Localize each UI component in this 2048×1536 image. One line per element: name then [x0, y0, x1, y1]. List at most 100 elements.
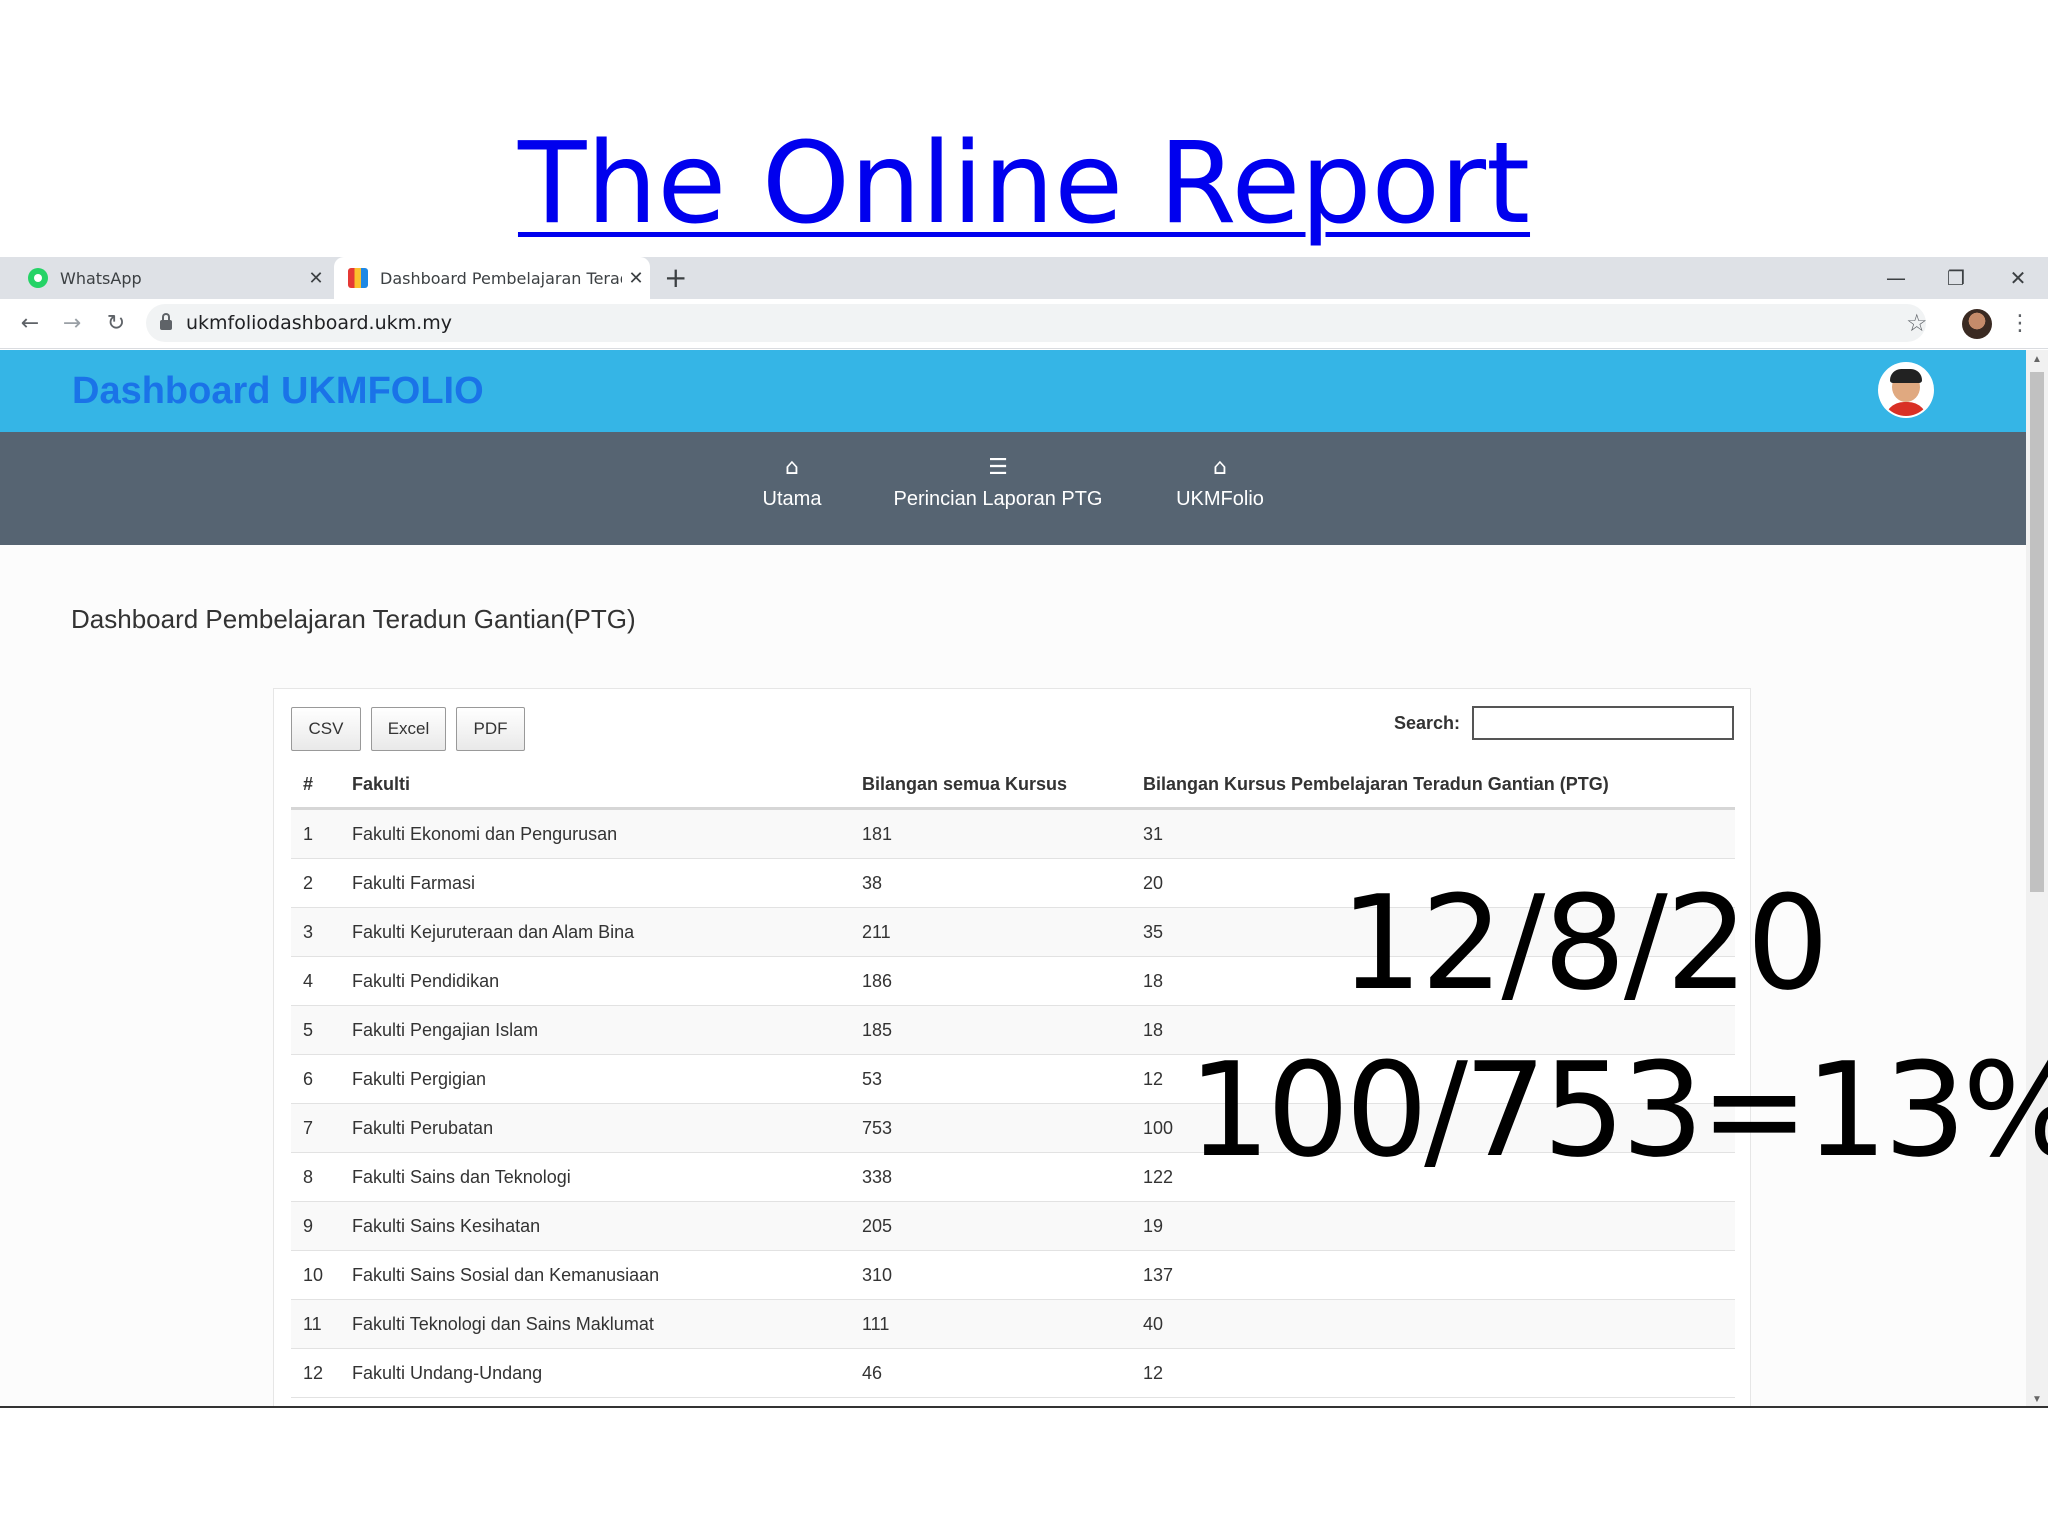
cell-fakulti: Fakulti Sains Sosial dan Kemanusiaan	[352, 1265, 660, 1285]
column-header-number[interactable]: #	[303, 774, 313, 795]
cell-number: 6	[303, 1069, 314, 1089]
nav-label: UKMFolio	[1176, 488, 1264, 510]
site-header: Dashboard UKMFOLIO	[0, 350, 2026, 432]
page-title: Dashboard Pembelajaran Teradun Gantian(P…	[71, 604, 636, 634]
csv-export-button[interactable]: CSV	[291, 707, 361, 751]
tab-whatsapp[interactable]: WhatsApp ✕	[0, 257, 330, 299]
cell-number: 1	[303, 824, 314, 844]
cell-all-courses: 181	[862, 824, 893, 844]
cell-number: 10	[303, 1265, 324, 1285]
window-close-icon[interactable]: ✕	[1988, 257, 2048, 299]
ukm-favicon-icon	[348, 268, 368, 288]
divider	[0, 1406, 2048, 1408]
cell-ptg-courses: 35	[1143, 922, 1164, 942]
cell-ptg-courses: 137	[1143, 1265, 1174, 1285]
tab-label: Dashboard Pembelajaran Teradun	[380, 268, 622, 288]
cell-number: 9	[303, 1216, 314, 1236]
table-row: 11 Fakulti Teknologi dan Sains Maklumat 11…	[291, 1300, 1735, 1349]
column-header-all-courses[interactable]: Bilangan semua Kursus	[862, 774, 1067, 795]
address-bar[interactable]: ukmfoliodashboard.ukm.my	[146, 304, 1926, 342]
cell-fakulti: Fakulti Sains dan Teknologi	[352, 1167, 571, 1187]
cell-ptg-courses: 40	[1143, 1314, 1164, 1334]
cell-ptg-courses: 31	[1143, 824, 1164, 844]
nav-label: Utama	[762, 488, 822, 510]
cell-all-courses: 38	[862, 873, 883, 893]
cell-all-courses: 111	[862, 1314, 890, 1334]
nav-item-perincian[interactable]: ☰ Perincian Laporan PTG	[882, 454, 1114, 511]
column-header-ptg-courses[interactable]: Bilangan Kursus Pembelajaran Teradun Gan…	[1143, 774, 1609, 795]
slide-title-link[interactable]: The Online Report	[0, 128, 2048, 240]
search-label: Search:	[1394, 713, 1461, 733]
back-arrow-icon[interactable]: ←	[10, 299, 50, 349]
reload-icon[interactable]: ↻	[96, 299, 136, 349]
cell-fakulti: Fakulti Sains Kesihatan	[352, 1216, 541, 1236]
user-avatar[interactable]	[1880, 364, 1932, 416]
cell-ptg-courses: 100	[1143, 1118, 1174, 1138]
menu-lines-icon: ☰	[988, 455, 1008, 480]
pdf-export-button[interactable]: PDF	[456, 707, 525, 751]
page-scrollbar[interactable]: ▲ ▼	[2026, 350, 2048, 1407]
excel-export-button[interactable]: Excel	[371, 707, 446, 751]
cell-all-courses: 46	[862, 1363, 883, 1383]
close-icon[interactable]: ✕	[302, 268, 330, 289]
cell-ptg-courses: 12	[1143, 1363, 1164, 1383]
nav-label: Perincian Laporan PTG	[893, 488, 1103, 510]
cell-fakulti: Fakulti Pergigian	[352, 1069, 487, 1089]
cell-ptg-courses: 19	[1143, 1216, 1164, 1236]
cell-all-courses: 185	[862, 1020, 893, 1040]
cell-all-courses: 53	[862, 1069, 883, 1089]
scroll-down-arrow-icon[interactable]: ▼	[2026, 1394, 2048, 1405]
minimize-icon[interactable]: —	[1866, 257, 1926, 299]
browser-window: WhatsApp ✕ Dashboard Pembelajaran Teradu…	[0, 257, 2048, 1407]
forward-arrow-icon[interactable]: →	[52, 299, 92, 349]
table-row: 9 Fakulti Sains Kesihatan 205 19	[291, 1202, 1735, 1251]
cell-all-courses: 205	[862, 1216, 893, 1236]
bookmark-star-icon[interactable]: ☆	[1906, 299, 1928, 349]
cell-fakulti: Fakulti Farmasi	[352, 873, 476, 893]
cell-fakulti: Fakulti Teknologi dan Sains Maklumat	[352, 1314, 654, 1334]
cell-all-courses: 310	[862, 1265, 893, 1285]
more-menu-icon[interactable]: ⋮	[2008, 299, 2032, 349]
browser-toolbar: ← → ↻ ukmfoliodashboard.ukm.my ☆ ⋮	[0, 299, 2048, 349]
restore-icon[interactable]: ❐	[1926, 257, 1986, 299]
cell-all-courses: 211	[862, 922, 891, 942]
site-navbar: ⌂ Utama ☰ Perincian Laporan PTG ⌂ UKMFol…	[0, 432, 2026, 545]
cell-number: 2	[303, 873, 314, 893]
cell-ptg-courses: 20	[1143, 873, 1164, 893]
whatsapp-icon	[28, 268, 48, 288]
home-icon: ⌂	[785, 455, 799, 480]
profile-avatar-icon[interactable]	[1962, 309, 1992, 339]
cell-number: 3	[303, 922, 314, 942]
nav-item-utama[interactable]: ⌂ Utama	[742, 454, 842, 511]
tab-dashboard[interactable]: Dashboard Pembelajaran Teradun ✕	[334, 257, 650, 299]
cell-ptg-courses: 122	[1143, 1167, 1174, 1187]
cell-fakulti: Fakulti Pengajian Islam	[352, 1020, 539, 1040]
table-row: 12 Fakulti Undang-Undang 46 12	[291, 1349, 1735, 1398]
cell-fakulti: Fakulti Perubatan	[352, 1118, 494, 1138]
table-row: 10 Fakulti Sains Sosial dan Kemanusiaan 31…	[291, 1251, 1735, 1300]
close-icon[interactable]: ✕	[622, 268, 650, 289]
cell-ptg-courses: 12	[1143, 1069, 1164, 1089]
tab-label: WhatsApp	[60, 268, 142, 288]
cell-number: 11	[303, 1314, 322, 1334]
scrollbar-thumb[interactable]	[2030, 372, 2044, 892]
lock-icon	[160, 313, 172, 330]
home-icon: ⌂	[1213, 455, 1227, 480]
annotation-date: 12/8/20	[1340, 867, 1829, 1019]
nav-item-ukmfolio[interactable]: ⌂ UKMFolio	[1160, 454, 1280, 511]
annotation-ratio: 100/753=13%	[1188, 1034, 2048, 1186]
cell-all-courses: 338	[862, 1167, 893, 1187]
table-header: # Fakulti Bilangan semua Kursus Bilangan…	[291, 763, 1735, 810]
cell-fakulti: Fakulti Pendidikan	[352, 971, 500, 991]
cell-fakulti: Fakulti Ekonomi dan Pengurusan	[352, 824, 618, 844]
search-input[interactable]	[1472, 706, 1734, 740]
cell-fakulti: Fakulti Kejuruteraan dan Alam Bina	[352, 922, 635, 942]
cell-ptg-courses: 18	[1143, 971, 1164, 991]
cell-all-courses: 186	[862, 971, 893, 991]
new-tab-button[interactable]: +	[664, 257, 687, 299]
address-url: ukmfoliodashboard.ukm.my	[186, 312, 452, 334]
scroll-up-arrow-icon[interactable]: ▲	[2026, 354, 2048, 365]
site-title[interactable]: Dashboard UKMFOLIO	[72, 370, 484, 413]
column-header-fakulti[interactable]: Fakulti	[352, 774, 410, 795]
cell-fakulti: Fakulti Undang-Undang	[352, 1363, 543, 1383]
